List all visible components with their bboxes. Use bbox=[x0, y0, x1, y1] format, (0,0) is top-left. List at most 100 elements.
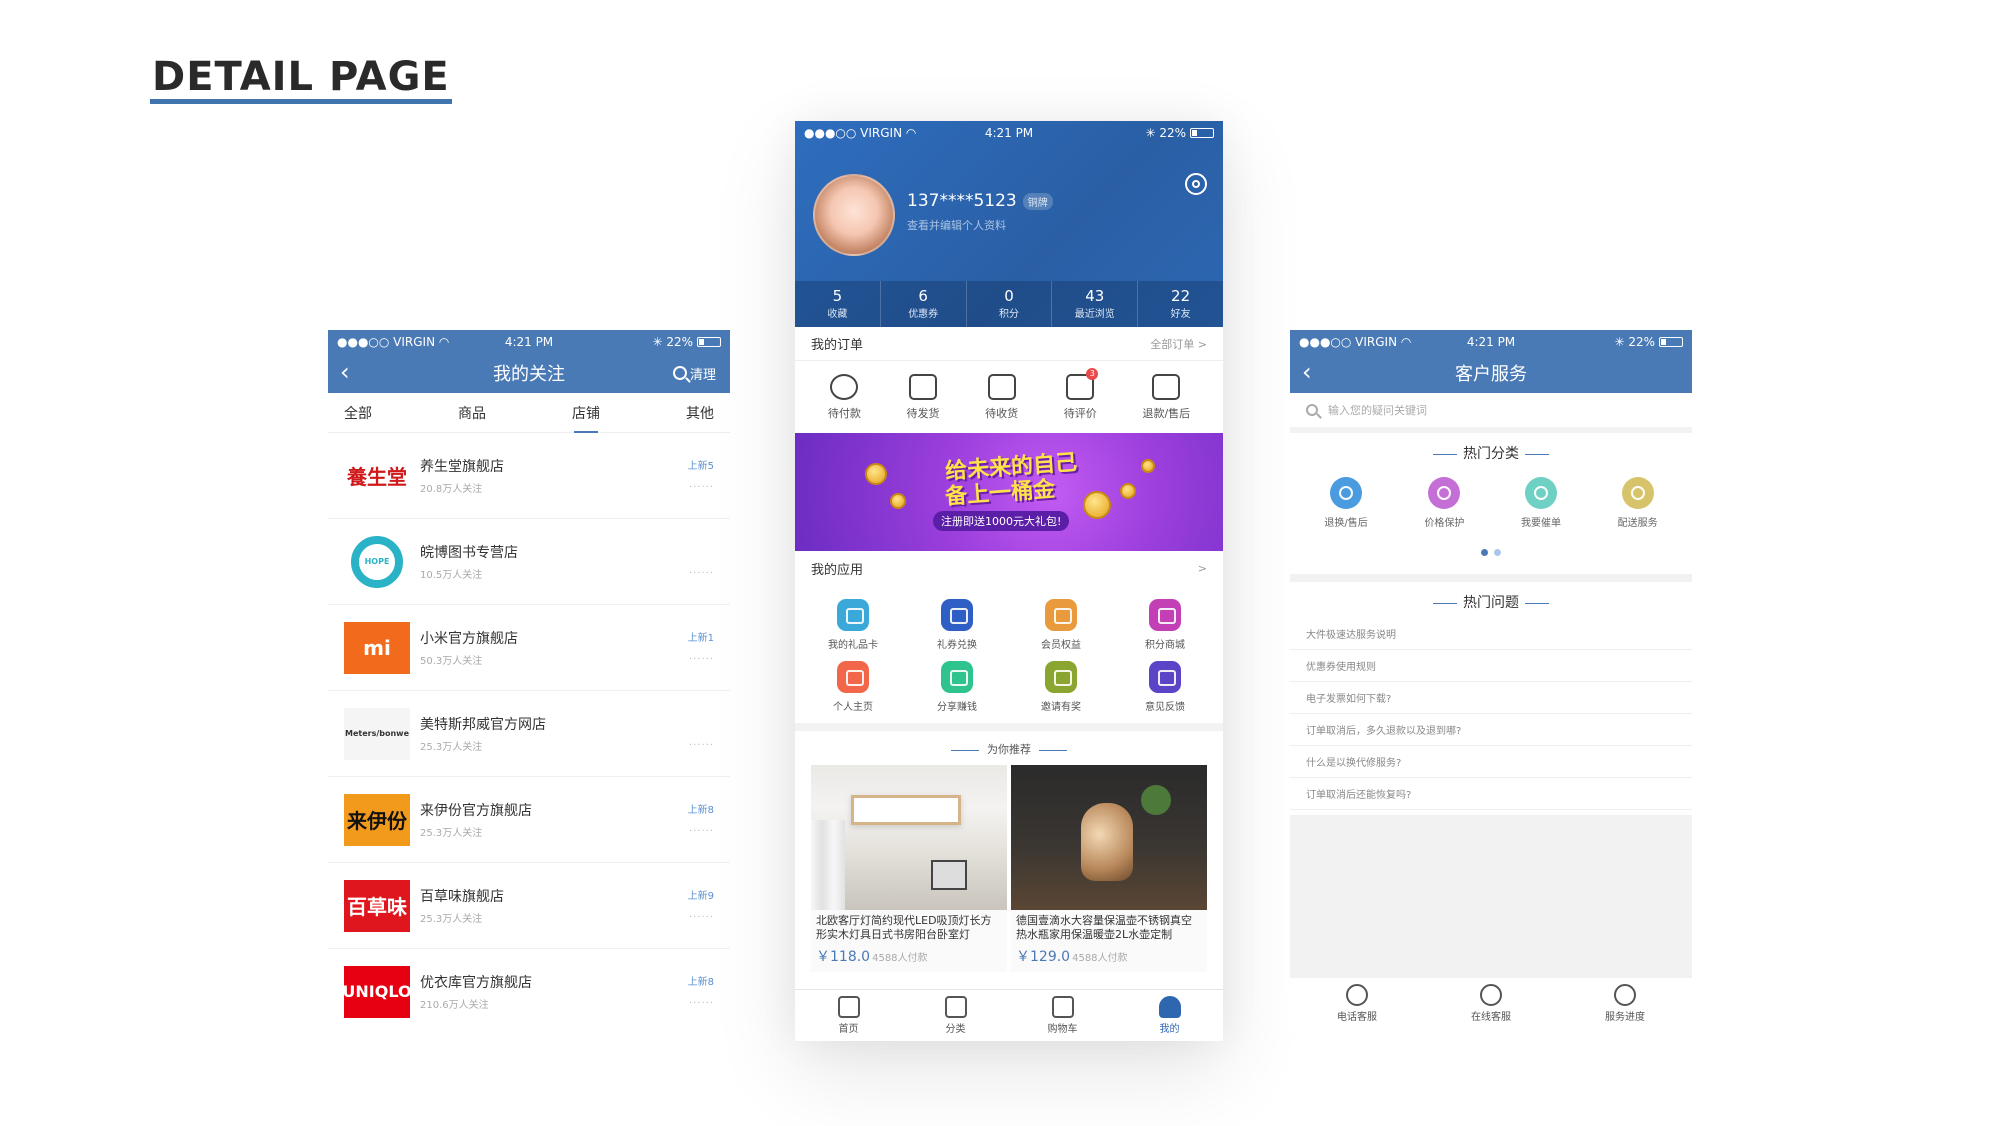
tab-all[interactable]: 全部 bbox=[344, 397, 372, 429]
order-label: 待付款 bbox=[827, 406, 861, 420]
category-item[interactable]: 价格保护 bbox=[1424, 477, 1464, 529]
question-item[interactable]: 订单取消后还能恢复吗? bbox=[1290, 778, 1692, 810]
promo-banner[interactable]: 给未来的自己 备上一桶金 注册即送1000元大礼包! bbox=[795, 433, 1223, 551]
app-item[interactable]: 分享赚钱 bbox=[905, 661, 1009, 713]
order-item[interactable]: 3 待评价 bbox=[1064, 367, 1099, 421]
service-tab[interactable]: 电话客服 bbox=[1290, 978, 1424, 1030]
tab-label: 在线客服 bbox=[1471, 1012, 1511, 1023]
more-dots-icon[interactable]: ...... bbox=[689, 995, 714, 1006]
avatar[interactable] bbox=[813, 174, 895, 256]
app-label: 会员权益 bbox=[1041, 640, 1081, 651]
store-row[interactable]: Meters/bonwe 美特斯邦威官方网店 25.3万人关注...... bbox=[328, 691, 730, 777]
more-dots-icon[interactable]: ...... bbox=[689, 479, 714, 490]
question-item[interactable]: 什么是以换代修服务? bbox=[1290, 746, 1692, 778]
review-icon: 3 bbox=[1066, 367, 1099, 400]
back-icon[interactable]: ‹ bbox=[340, 359, 350, 385]
store-followers: 50.3万人关注 bbox=[420, 656, 483, 667]
question-item[interactable]: 订单取消后，多久退款以及退到哪? bbox=[1290, 714, 1692, 746]
app-item[interactable]: 礼券兑换 bbox=[905, 599, 1009, 651]
tab-cart[interactable]: 购物车 bbox=[1009, 990, 1116, 1041]
store-followers: 10.5万人关注 bbox=[420, 570, 483, 581]
order-item[interactable]: 待收货 bbox=[985, 373, 1018, 421]
feedback-icon bbox=[1149, 661, 1181, 693]
tab-label: 首页 bbox=[838, 1024, 859, 1035]
app-item[interactable]: 会员权益 bbox=[1009, 599, 1113, 651]
stat-item[interactable]: 22 好友 bbox=[1138, 281, 1223, 327]
order-item[interactable]: 待付款 bbox=[827, 373, 861, 421]
app-item[interactable]: 意见反馈 bbox=[1113, 661, 1217, 713]
status-bar: ●●●○○ VIRGIN ◠ 4:21 PM ✳ 22% bbox=[795, 121, 1223, 144]
tab-other[interactable]: 其他 bbox=[686, 397, 714, 429]
star-icon bbox=[837, 661, 869, 693]
back-icon[interactable]: ‹ bbox=[1302, 359, 1312, 385]
store-name: 百草味旗舰店 bbox=[420, 889, 504, 905]
apps-grid: 我的礼品卡 礼券兑换 会员权益 积分商城个人主页 分享赚钱 邀请有奖 意见反馈 bbox=[795, 585, 1223, 723]
nav-title: 客户服务 bbox=[1455, 364, 1527, 385]
headset-icon bbox=[1346, 984, 1368, 1006]
pager-dot-active[interactable] bbox=[1481, 549, 1488, 556]
store-info: 百草味旗舰店 25.3万人关注 bbox=[420, 886, 504, 925]
product-card[interactable]: 北欧客厅灯简约现代LED吸顶灯长方形实木灯具日式书房阳台卧室灯 ￥118.0 45… bbox=[811, 765, 1007, 972]
question-item[interactable]: 电子发票如何下载? bbox=[1290, 682, 1692, 714]
tab-user[interactable]: 我的 bbox=[1116, 990, 1223, 1041]
question-item[interactable]: 优惠券使用规则 bbox=[1290, 650, 1692, 682]
store-row[interactable]: 来伊份 来伊份官方旗舰店 25.3万人关注 上新8...... bbox=[328, 777, 730, 863]
coin-decoration bbox=[865, 463, 887, 485]
stat-label: 积分 bbox=[998, 309, 1019, 320]
app-item[interactable]: 积分商城 bbox=[1113, 599, 1217, 651]
more-dots-icon[interactable]: ...... bbox=[689, 737, 714, 748]
more-dots-icon[interactable]: ...... bbox=[689, 823, 714, 834]
category-item[interactable]: 我要催单 bbox=[1521, 477, 1561, 529]
tab-grid[interactable]: 分类 bbox=[902, 990, 1009, 1041]
product-list: 北欧客厅灯简约现代LED吸顶灯长方形实木灯具日式书房阳台卧室灯 ￥118.0 45… bbox=[795, 765, 1223, 972]
store-row[interactable]: HOPE 皖博图书专营店 10.5万人关注...... bbox=[328, 519, 730, 605]
pager-dot[interactable] bbox=[1494, 549, 1501, 556]
order-item[interactable]: 待发货 bbox=[906, 373, 939, 421]
clear-button[interactable]: 清理 bbox=[672, 364, 716, 383]
profile-screen: ●●●○○ VIRGIN ◠ 4:21 PM ✳ 22% 137****5123… bbox=[795, 121, 1223, 1041]
tab-home[interactable]: 首页 bbox=[795, 990, 902, 1041]
more-dots-icon[interactable]: ...... bbox=[689, 909, 714, 920]
stat-item[interactable]: 6 优惠券 bbox=[881, 281, 967, 327]
grid-icon bbox=[944, 996, 967, 1018]
app-item[interactable]: 邀请有奖 bbox=[1009, 661, 1113, 713]
question-item[interactable]: 大件极速达服务说明 bbox=[1290, 618, 1692, 650]
order-item[interactable]: 退款/售后 bbox=[1142, 373, 1190, 421]
app-label: 我的礼品卡 bbox=[828, 640, 878, 651]
carrier-text: ●●●○○ VIRGIN bbox=[804, 125, 903, 140]
category-item[interactable]: 配送服务 bbox=[1618, 477, 1658, 529]
service-tab[interactable]: 服务进度 bbox=[1558, 978, 1692, 1030]
stat-item[interactable]: 0 积分 bbox=[967, 281, 1053, 327]
clear-label: 清理 bbox=[689, 367, 716, 383]
store-row[interactable]: UNIQLO 优衣库官方旗舰店 210.6万人关注 上新8...... bbox=[328, 949, 730, 1030]
more-dots-icon[interactable]: ...... bbox=[689, 565, 714, 576]
store-row[interactable]: 百草味 百草味旗舰店 25.3万人关注 上新9...... bbox=[328, 863, 730, 949]
tab-goods[interactable]: 商品 bbox=[458, 397, 486, 429]
edit-profile-link[interactable]: 查看并编辑个人资料 bbox=[907, 217, 1006, 233]
product-card[interactable]: 德国壹滴水大容量保温壶不锈钢真空热水瓶家用保温暖壶2L水壶定制 ￥129.0 45… bbox=[1011, 765, 1207, 972]
all-orders-link[interactable]: 全部订单 > bbox=[1150, 336, 1207, 352]
service-tab[interactable]: 在线客服 bbox=[1424, 978, 1558, 1030]
app-item[interactable]: 我的礼品卡 bbox=[801, 599, 905, 651]
stat-item[interactable]: 43 最近浏览 bbox=[1052, 281, 1139, 327]
stat-item[interactable]: 5 收藏 bbox=[795, 281, 881, 327]
gear-icon[interactable] bbox=[1185, 173, 1207, 195]
diamond-icon bbox=[1045, 599, 1077, 631]
bluetooth-icon: ✳ bbox=[1614, 334, 1625, 349]
search-field[interactable]: 输入您的疑问关键词 bbox=[1290, 393, 1692, 433]
store-row[interactable]: mi 小米官方旗舰店 50.3万人关注 上新1...... bbox=[328, 605, 730, 691]
tab-stores[interactable]: 店铺 bbox=[572, 397, 600, 433]
store-logo-text: Meters/bonwe bbox=[345, 729, 409, 738]
user-phone[interactable]: 137****5123 铜牌 bbox=[907, 191, 1053, 211]
store-row[interactable]: 養生堂 养生堂旗舰店 20.8万人关注 上新5...... bbox=[328, 433, 730, 519]
category-item[interactable]: 退换/售后 bbox=[1324, 477, 1368, 529]
product-price: ￥118.0 4588人付款 bbox=[811, 944, 1007, 972]
status-bar: ●●●○○ VIRGIN ◠ 4:21 PM ✳ 22% bbox=[328, 330, 730, 353]
apps-more-icon[interactable]: > bbox=[1198, 562, 1207, 575]
nav-title: 我的关注 bbox=[493, 364, 565, 385]
tab-label: 我的 bbox=[1159, 1024, 1180, 1035]
share-icon bbox=[941, 661, 973, 693]
app-item[interactable]: 个人主页 bbox=[801, 661, 905, 713]
more-dots-icon[interactable]: ...... bbox=[689, 651, 714, 662]
question-list: 大件极速达服务说明 优惠券使用规则 电子发票如何下载? 订单取消后，多久退款以及退到哪… bbox=[1290, 618, 1692, 810]
